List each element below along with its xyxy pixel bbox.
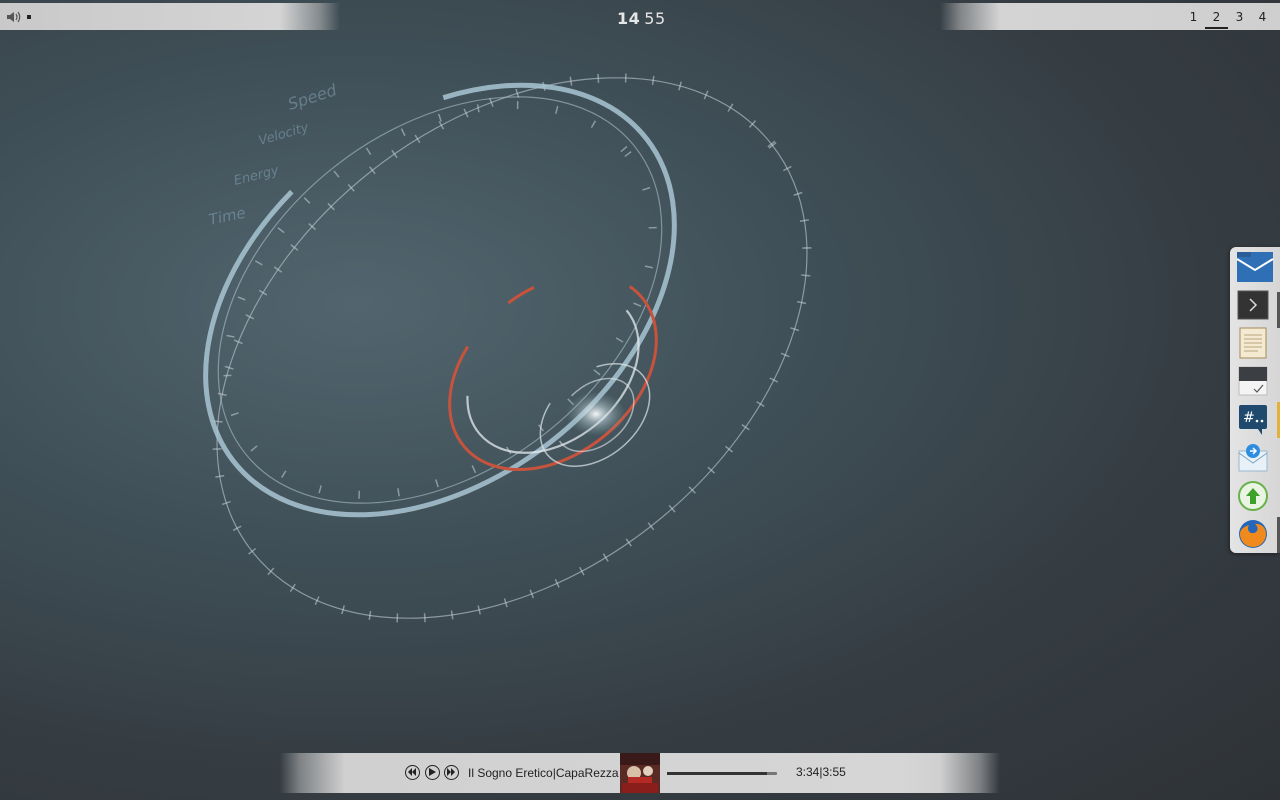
track-info: Il Sogno Eretico|CapaRezza (468, 766, 619, 780)
next-icon[interactable] (444, 765, 459, 780)
hud-label-time: Time (207, 204, 247, 229)
track-artist: CapaRezza (555, 766, 619, 780)
dock: # (1230, 247, 1280, 553)
svg-text:#: # (1243, 410, 1255, 426)
hud-label-velocity: Velocity (257, 120, 311, 149)
hud-label-speed: Speed (285, 80, 339, 114)
track-title: Il Sogno Eretico (468, 766, 553, 780)
text-editor-icon[interactable] (1236, 327, 1270, 361)
workspace-4[interactable]: 4 (1251, 9, 1274, 27)
track-progress-fill (667, 772, 768, 775)
mail-send-icon[interactable] (1236, 441, 1270, 475)
outer-dial (212, 73, 812, 623)
workspace-switcher: 1 2 3 4 (1182, 9, 1274, 29)
hud-label-energy: Energy (232, 163, 280, 189)
music-player-panel: Il Sogno Eretico|CapaRezza 3:34|3:55 (0, 753, 1280, 793)
tasks-icon[interactable] (1236, 365, 1270, 399)
album-art[interactable] (620, 753, 660, 793)
workspace-2[interactable]: 2 (1205, 9, 1228, 29)
speaker-icon[interactable] (6, 10, 24, 24)
clock-hours: 14 (617, 9, 641, 28)
play-icon[interactable] (425, 765, 440, 780)
irc-chat-icon[interactable]: # (1236, 403, 1270, 437)
previous-icon[interactable] (405, 765, 420, 780)
workspace-1[interactable]: 1 (1182, 9, 1205, 27)
firefox-icon[interactable] (1236, 517, 1270, 551)
mail-folder-icon[interactable] (1236, 249, 1274, 283)
top-panel: 14 55 1 2 3 4 (0, 3, 1280, 30)
red-ring (448, 273, 658, 471)
total-time: 3:55 (822, 765, 846, 779)
track-progress-bar[interactable] (667, 772, 777, 775)
elapsed-time: 3:34 (796, 765, 820, 779)
terminal-icon[interactable] (1236, 289, 1270, 323)
workspace-3[interactable]: 3 (1228, 9, 1251, 27)
update-manager-icon[interactable] (1236, 479, 1270, 513)
volume-level-indicator (27, 15, 31, 19)
clock-minutes: 55 (644, 9, 666, 28)
center-glow (566, 392, 626, 436)
desktop-wallpaper: Speed Velocity Energy Time (0, 30, 1280, 750)
track-time: 3:34|3:55 (796, 765, 846, 779)
clock[interactable]: 14 55 (617, 9, 666, 28)
